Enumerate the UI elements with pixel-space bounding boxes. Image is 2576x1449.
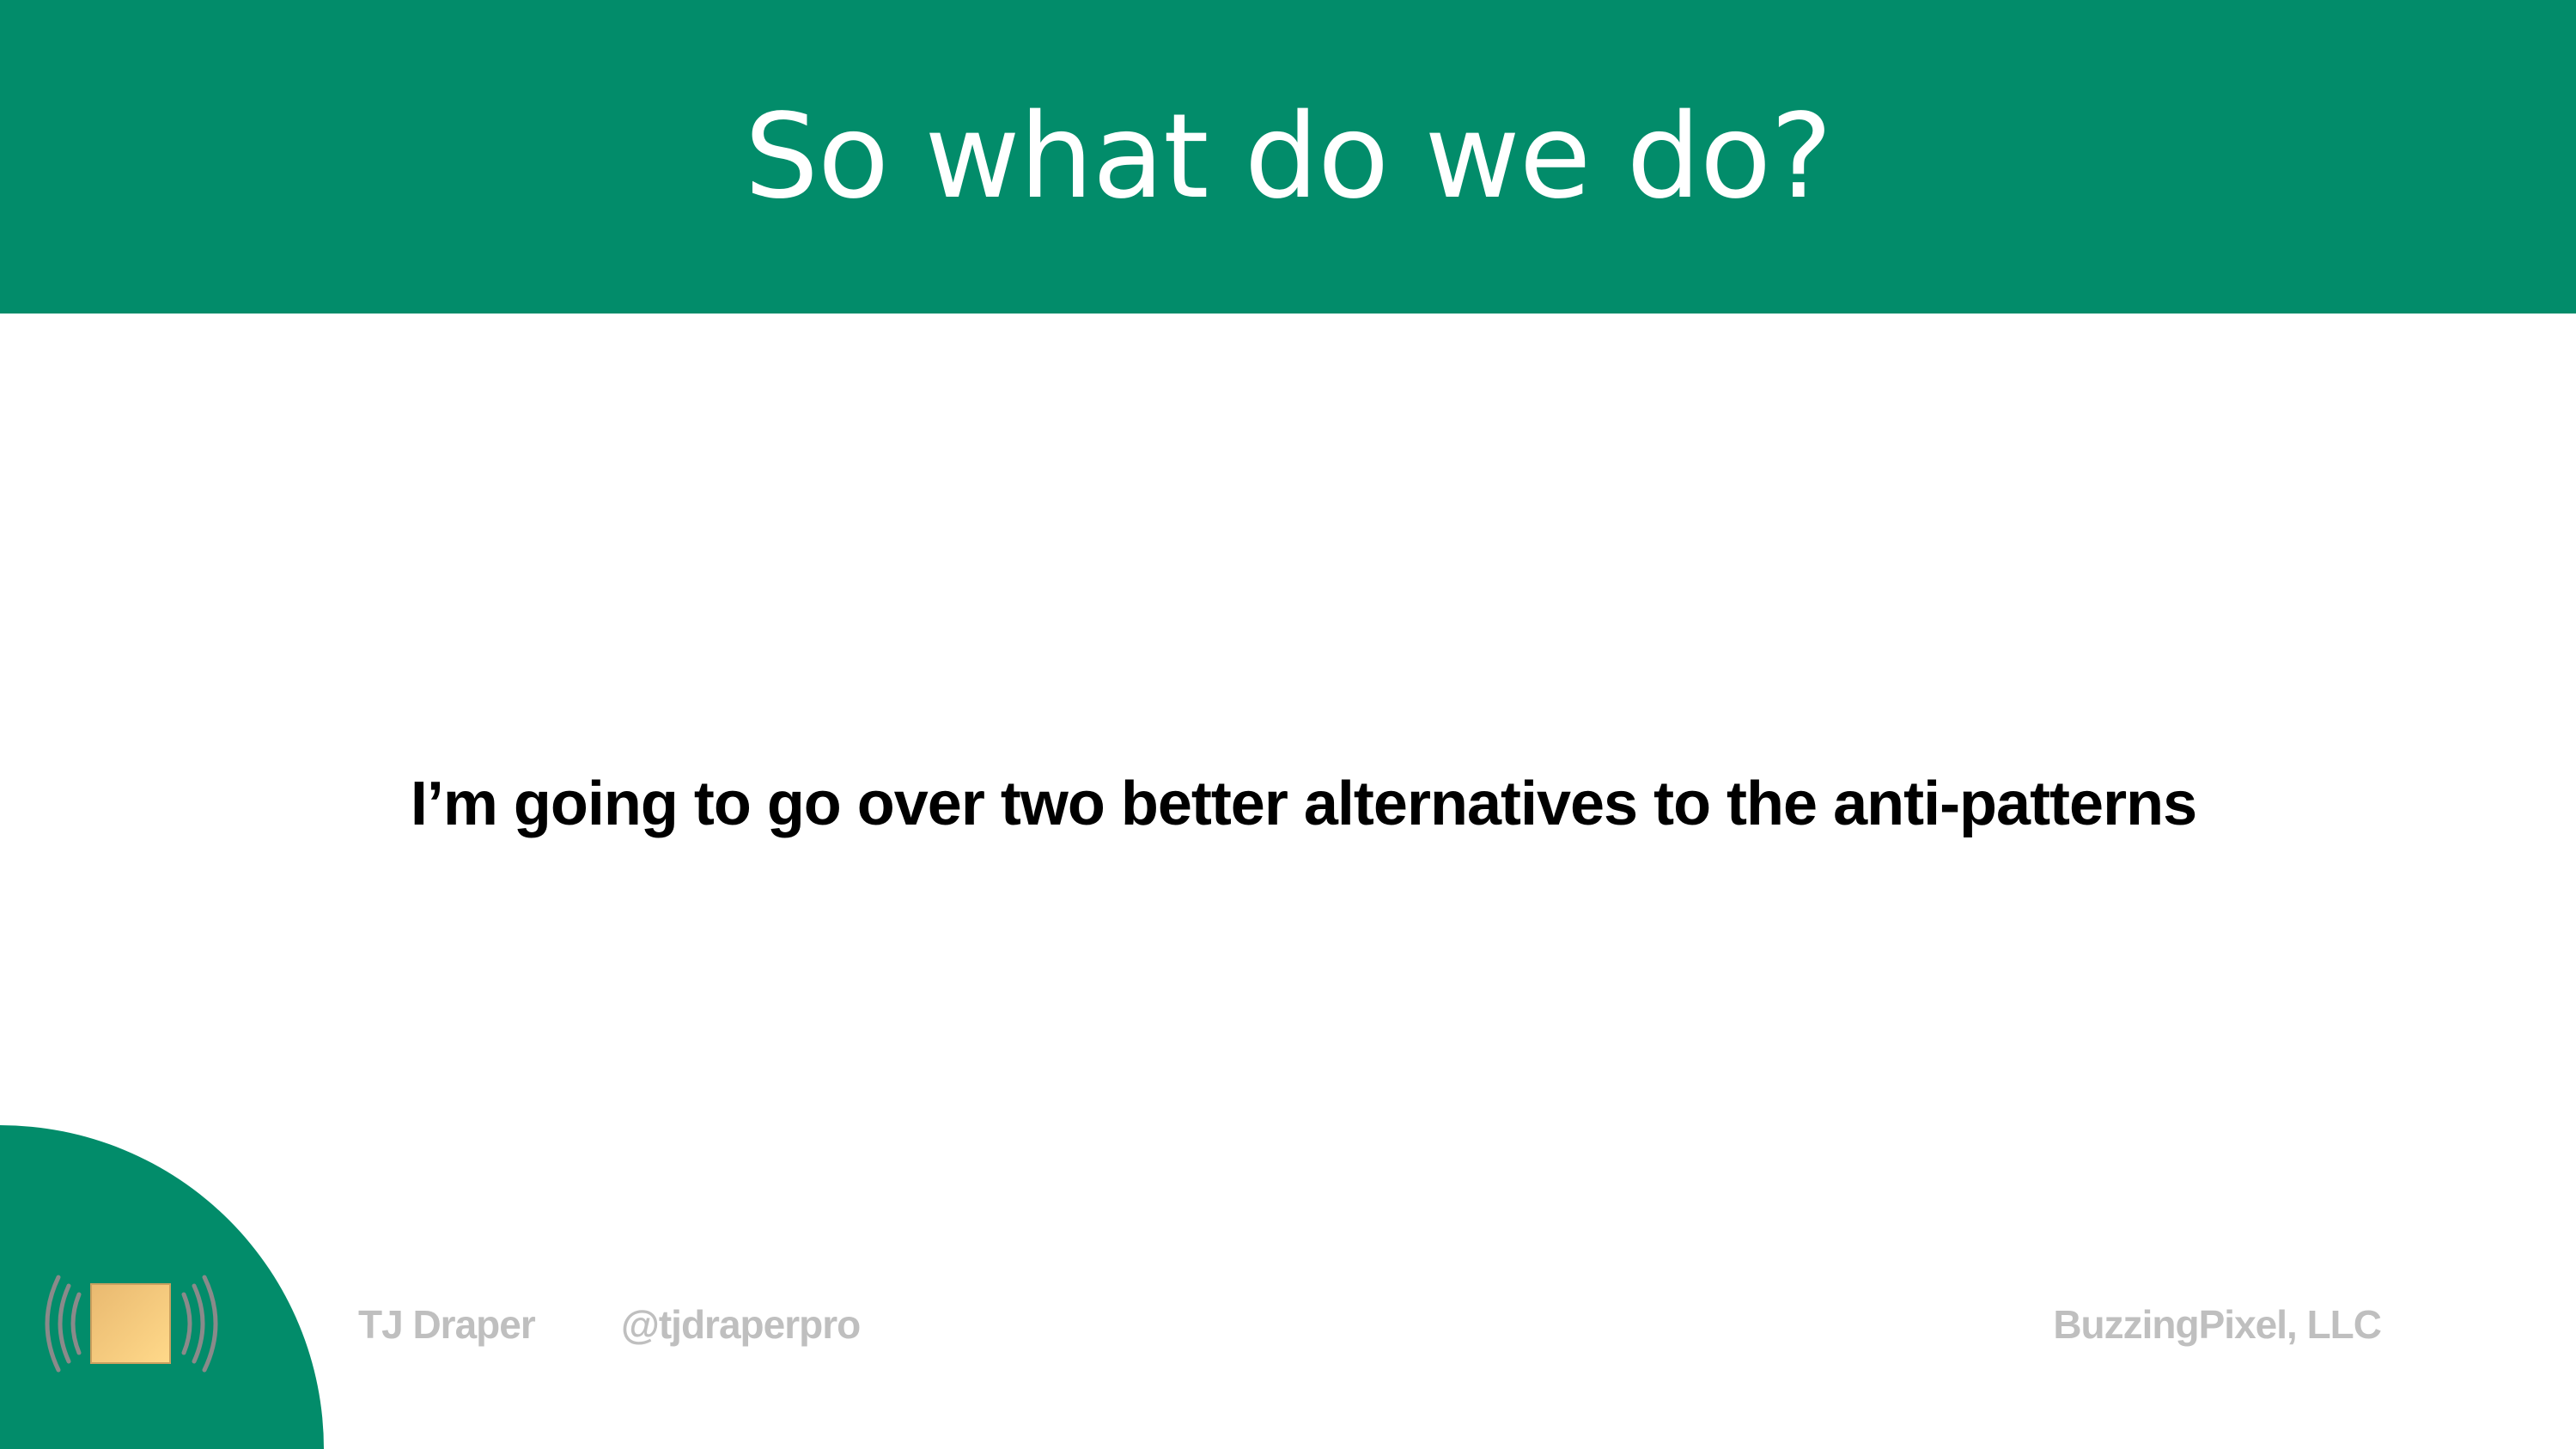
slide-body-text: I’m going to go over two better alternat… xyxy=(410,770,2197,838)
footer-company: BuzzingPixel, LLC xyxy=(2053,1302,2382,1347)
slide-title: So what do we do? xyxy=(744,88,1833,225)
footer-handle: @tjdraperpro xyxy=(621,1302,861,1347)
footer-author: TJ Draper xyxy=(358,1302,536,1347)
buzzing-pixel-logo-icon xyxy=(45,1275,218,1373)
slide-header: So what do we do? xyxy=(0,0,2576,314)
